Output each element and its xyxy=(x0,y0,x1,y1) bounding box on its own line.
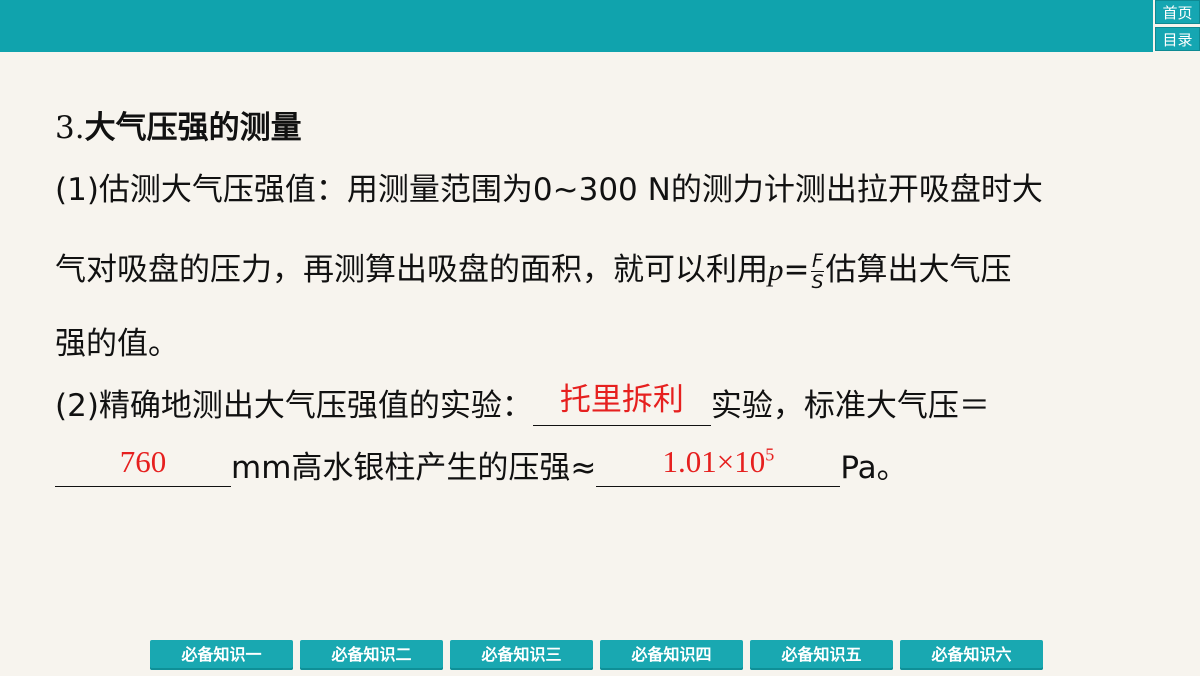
paragraph2-line1-text: (2)精确地测出大气压强值的实验： xyxy=(55,388,533,424)
paragraph1-line2-text: 气对吸盘的压力，再测算出吸盘的面积，就可以利用 xyxy=(55,252,768,288)
top-banner xyxy=(0,0,1153,52)
answer-pressure-base: 1.01×10 xyxy=(662,444,766,479)
paragraph2-line1-end: 实验，标准大气压＝ xyxy=(710,388,990,424)
paragraph1-line3: 强的值。 xyxy=(55,326,179,362)
nav-knowledge-3-button[interactable]: 必备知识三 xyxy=(450,640,593,670)
paragraph1-line2: 气对吸盘的压力，再测算出吸盘的面积，就可以利用p= F S 估算出大气压 xyxy=(55,244,1012,292)
answer-mercury-height: 760 xyxy=(119,444,167,479)
nav-knowledge-5-button[interactable]: 必备知识五 xyxy=(750,640,893,670)
paragraph1-line1: (1)估测大气压强值：用测量范围为0~300 N的测力计测出拉开吸盘时大 xyxy=(55,172,1043,208)
corner-nav: 首页 目录 xyxy=(1153,0,1200,52)
section-number: 3. xyxy=(55,110,85,146)
answer-experiment-name: 托里拆利 xyxy=(559,382,684,418)
home-button[interactable]: 首页 xyxy=(1155,0,1200,24)
paragraph2-line2-text: mm高水银柱产生的压强≈ xyxy=(231,450,597,486)
paragraph2-line2-end: Pa。 xyxy=(840,450,908,486)
nav-knowledge-4-button[interactable]: 必备知识四 xyxy=(600,640,743,670)
answer-pressure-value: 1.01×105 xyxy=(663,444,775,479)
nav-knowledge-1-button[interactable]: 必备知识一 xyxy=(150,640,293,670)
table-of-contents-button[interactable]: 目录 xyxy=(1155,27,1200,51)
answer-pressure-exponent: 5 xyxy=(765,444,775,465)
nav-knowledge-6-button[interactable]: 必备知识六 xyxy=(900,640,1043,670)
section-title: 大气压强的测量 xyxy=(84,110,302,146)
answer-blank-3: 1.01×105 xyxy=(596,444,841,487)
fraction-denominator: S xyxy=(811,271,824,293)
answer-blank-1: 托里拆利 xyxy=(532,380,711,426)
formula-equals: = xyxy=(783,252,810,288)
section-heading: 3.大气压强的测量 xyxy=(55,102,302,147)
nav-knowledge-2-button[interactable]: 必备知识二 xyxy=(300,640,443,670)
paragraph2-line1: (2)精确地测出大气压强值的实验： 托里拆利 实验，标准大气压＝ xyxy=(55,380,990,426)
fraction-numerator: F xyxy=(812,250,823,272)
formula-variable: p xyxy=(768,252,784,287)
pressure-formula-fraction: FS xyxy=(811,250,824,293)
paragraph2-line2: 760 mm高水银柱产生的压强≈ 1.01×105 Pa。 xyxy=(55,442,908,487)
answer-blank-2: 760 xyxy=(55,444,231,487)
paragraph1-line2-end: 估算出大气压 xyxy=(825,252,1012,288)
